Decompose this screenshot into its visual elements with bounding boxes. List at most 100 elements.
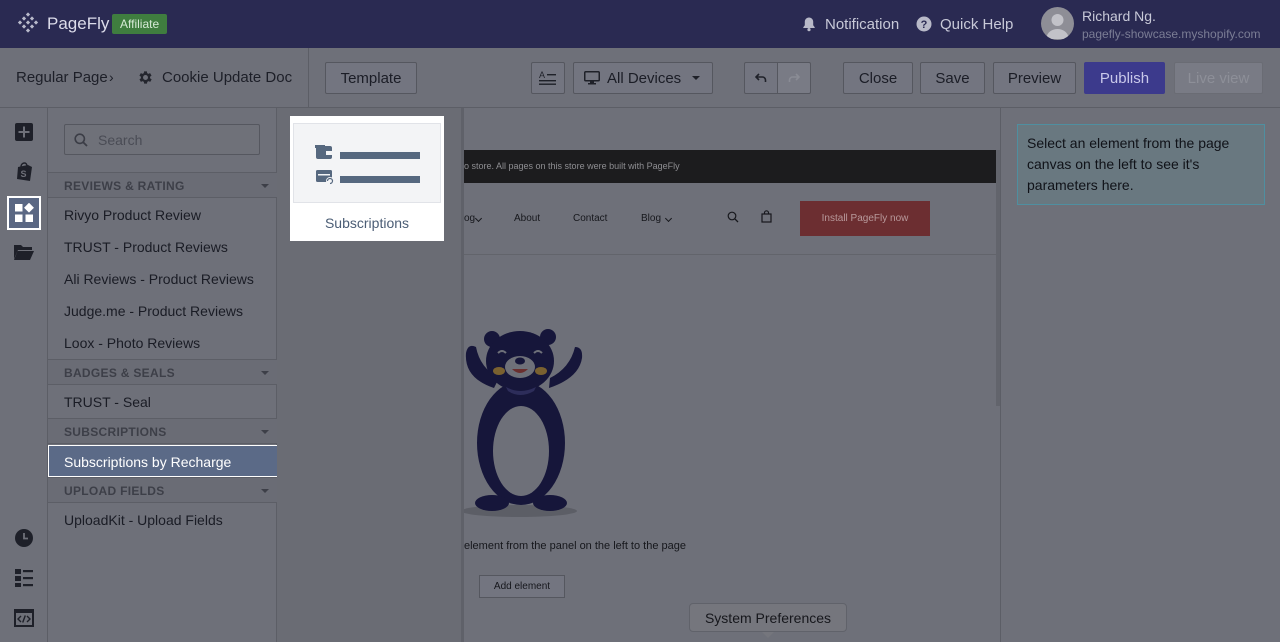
- search-icon[interactable]: [727, 211, 739, 223]
- editor-toolbar: Regular Page › Cookie Update Doc Templat…: [0, 48, 1280, 108]
- pagefly-logo-icon: [17, 12, 39, 33]
- system-preferences-tooltip: System Preferences: [689, 603, 847, 638]
- publish-button[interactable]: Publish: [1084, 62, 1165, 94]
- grid-shapes-icon: [15, 203, 34, 222]
- section-upload-fields[interactable]: UPLOAD FIELDS: [48, 477, 277, 503]
- top-bar: PageFly Affiliate Notification ? Quick H…: [0, 0, 1280, 48]
- shopping-bag-icon: S: [17, 162, 32, 181]
- save-button[interactable]: Save: [920, 62, 985, 94]
- list-item[interactable]: Ali Reviews - Product Reviews: [64, 271, 254, 287]
- announcement-text: o store. All pages on this store were bu…: [464, 161, 680, 171]
- live-view-button-label: Live view: [1187, 69, 1250, 87]
- breadcrumb-page-type[interactable]: Regular Page: [16, 69, 108, 86]
- help-circle-icon: ?: [916, 16, 932, 32]
- cart-icon[interactable]: [761, 210, 772, 223]
- affiliate-badge[interactable]: Affiliate: [112, 14, 168, 34]
- announcement-bar[interactable]: o store. All pages on this store were bu…: [464, 150, 996, 183]
- text-format-button[interactable]: A: [531, 62, 565, 94]
- preview-button-label: Preview: [1007, 69, 1062, 87]
- list-item-selected[interactable]: Subscriptions by Recharge: [48, 445, 278, 477]
- list-item[interactable]: Judge.me - Product Reviews: [64, 303, 243, 319]
- monitor-icon: [584, 71, 600, 85]
- section-label: REVIEWS & RATING: [64, 179, 185, 193]
- plus-square-icon: [15, 123, 33, 141]
- tooltip-text: System Preferences: [704, 609, 832, 626]
- toolbar-divider: [308, 48, 309, 108]
- nav-link-catalog[interactable]: og: [464, 213, 475, 224]
- page-title[interactable]: Cookie Update Doc: [162, 69, 292, 86]
- bear-mascot-illustration: [464, 329, 583, 517]
- undo-button[interactable]: [744, 62, 778, 94]
- install-pagefly-button[interactable]: Install PageFly now: [800, 201, 930, 236]
- bell-icon: [803, 17, 815, 32]
- chevron-down-icon: [664, 214, 673, 223]
- page-canvas[interactable]: o store. All pages on this store were bu…: [464, 108, 1000, 642]
- svg-text:A: A: [539, 70, 545, 80]
- code-window-icon: [14, 609, 34, 627]
- history-icon[interactable]: [12, 526, 36, 550]
- section-subscriptions[interactable]: SUBSCRIPTIONS: [48, 418, 277, 444]
- add-element-button[interactable]: Add element: [479, 575, 565, 598]
- quick-help-label: Quick Help: [940, 15, 1014, 33]
- text-align-icon: A: [539, 70, 556, 85]
- notification-label: Notification: [825, 15, 900, 33]
- notification-button[interactable]: Notification: [801, 14, 899, 34]
- template-button-label: Template: [340, 69, 402, 87]
- chevron-down-icon: [692, 76, 700, 80]
- user-avatar[interactable]: [1041, 7, 1074, 40]
- section-badges-seals[interactable]: BADGES & SEALS: [48, 359, 277, 385]
- subscription-widget-icon: [315, 145, 420, 185]
- selected-item-label: Subscriptions by Recharge: [64, 454, 232, 470]
- user-name[interactable]: Richard Ng.: [1082, 8, 1156, 24]
- nav-link-contact[interactable]: Contact: [573, 213, 607, 224]
- add-element-label: Add element: [493, 581, 551, 592]
- install-button-label: Install PageFly now: [821, 213, 909, 224]
- device-selector-label: All Devices: [607, 69, 682, 87]
- section-label: UPLOAD FIELDS: [64, 484, 165, 498]
- quick-help-button[interactable]: ? Quick Help: [916, 14, 1013, 34]
- shopify-icon[interactable]: S: [12, 160, 36, 184]
- code-icon[interactable]: [12, 606, 36, 630]
- layers-icon[interactable]: [12, 566, 36, 590]
- publish-button-label: Publish: [1099, 69, 1150, 87]
- caret-down-icon: [261, 489, 269, 493]
- clock-icon: [15, 529, 33, 547]
- nav-link-blog[interactable]: Blog: [641, 213, 661, 224]
- template-button[interactable]: Template: [325, 62, 417, 94]
- close-button[interactable]: Close: [843, 62, 913, 94]
- drag-hint-text: element from the panel on the left to th…: [464, 540, 686, 552]
- left-icon-rail: S: [0, 108, 48, 642]
- section-label: BADGES & SEALS: [64, 366, 175, 380]
- pagefly-logo[interactable]: PageFly: [16, 12, 109, 36]
- caret-down-icon: [261, 371, 269, 375]
- list-item[interactable]: Loox - Photo Reviews: [64, 335, 200, 351]
- brand-name: PageFly: [47, 14, 110, 33]
- search-input[interactable]: Search: [98, 132, 142, 148]
- add-icon[interactable]: [12, 120, 36, 144]
- redo-button[interactable]: [777, 62, 811, 94]
- element-preview-card[interactable]: Subscriptions: [290, 116, 444, 241]
- section-reviews-rating[interactable]: REVIEWS & RATING: [48, 172, 277, 198]
- search-icon: [74, 132, 88, 147]
- list-item[interactable]: TRUST - Seal: [64, 394, 151, 410]
- elements-grid-icon[interactable]: [7, 196, 41, 230]
- redo-icon: [788, 73, 800, 82]
- undo-icon: [755, 73, 767, 82]
- preview-button[interactable]: Preview: [993, 62, 1076, 94]
- list-item[interactable]: UploadKit - Upload Fields: [64, 512, 223, 528]
- properties-info-box: Select an element from the page canvas o…: [1017, 124, 1265, 205]
- element-list-panel: Search REVIEWS & RATING Rivyo Product Re…: [48, 108, 278, 642]
- list-item[interactable]: TRUST - Product Reviews: [64, 239, 228, 255]
- device-selector[interactable]: All Devices: [573, 62, 713, 94]
- header-divider: [464, 254, 996, 255]
- save-button-label: Save: [935, 69, 970, 87]
- element-search[interactable]: Search: [64, 124, 260, 155]
- gear-icon[interactable]: [137, 69, 154, 86]
- list-item[interactable]: Rivyo Product Review: [64, 207, 201, 223]
- nav-link-about[interactable]: About: [514, 213, 540, 224]
- open-folder-icon: [14, 245, 34, 260]
- folder-icon[interactable]: [12, 240, 36, 264]
- live-view-button[interactable]: Live view: [1174, 62, 1263, 94]
- breadcrumb-separator: ›: [109, 69, 114, 85]
- svg-text:S: S: [20, 169, 26, 179]
